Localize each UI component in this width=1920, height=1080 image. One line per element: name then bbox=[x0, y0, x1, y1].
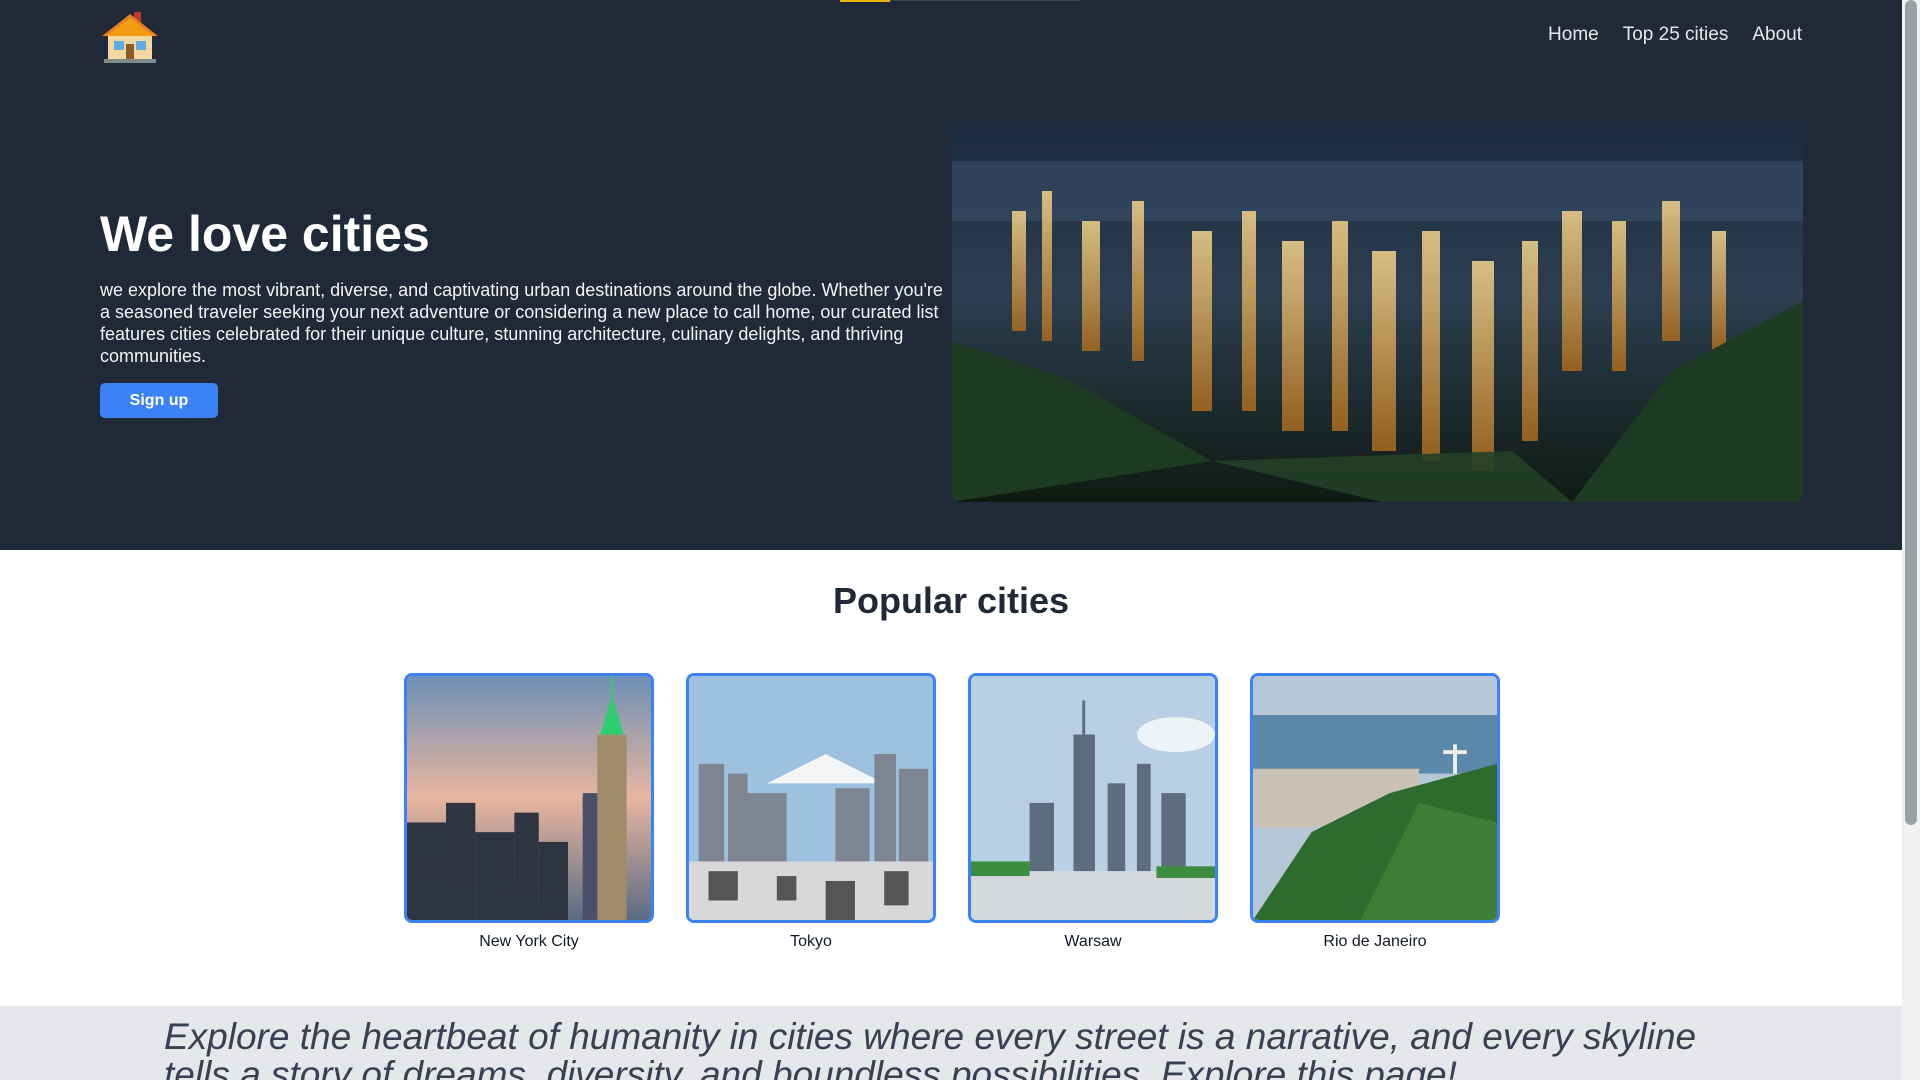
city-name-tokyo: Tokyo bbox=[790, 933, 832, 950]
city-name-rio-de-janeiro: Rio de Janeiro bbox=[1323, 933, 1427, 950]
popular-cities-list: New York City Tokyo Warsaw Rio de Janeir… bbox=[404, 673, 1500, 951]
house-logo-icon[interactable] bbox=[100, 10, 160, 64]
top-indicator bbox=[840, 0, 890, 2]
quote-band: Explore the heartbeat of humanity in cit… bbox=[0, 1006, 1902, 1080]
page-scrollbar[interactable] bbox=[1902, 0, 1920, 1080]
nav-home[interactable]: Home bbox=[1548, 24, 1599, 46]
scrollbar-thumb[interactable] bbox=[1905, 0, 1917, 825]
warsaw-image bbox=[968, 673, 1218, 923]
popular-cities-title: Popular cities bbox=[832, 580, 1070, 621]
city-card-warsaw[interactable]: Warsaw bbox=[968, 673, 1218, 951]
hero-city-night-image bbox=[952, 121, 1803, 502]
city-name-warsaw: Warsaw bbox=[1064, 933, 1122, 950]
city-card-new-york[interactable]: New York City bbox=[404, 673, 654, 951]
tokyo-image bbox=[686, 673, 936, 923]
hero-section: Home Top 25 cities About We love cities … bbox=[0, 0, 1902, 550]
nav-top-25-cities[interactable]: Top 25 cities bbox=[1623, 24, 1729, 46]
nav-about[interactable]: About bbox=[1752, 24, 1802, 46]
quote-text: Explore the heartbeat of humanity in cit… bbox=[164, 1016, 1697, 1080]
hero-description: we explore the most vibrant, diverse, an… bbox=[100, 280, 943, 366]
rio-de-janeiro-image bbox=[1250, 673, 1500, 923]
main-nav: Home Top 25 cities About bbox=[1548, 24, 1802, 46]
city-card-rio[interactable]: Rio de Janeiro bbox=[1250, 673, 1500, 951]
new-york-image bbox=[404, 673, 654, 923]
city-card-tokyo[interactable]: Tokyo bbox=[686, 673, 936, 951]
signup-button[interactable]: Sign up bbox=[100, 383, 218, 418]
top-indicator-line bbox=[890, 0, 1080, 1]
city-name-new-york: New York City bbox=[479, 933, 579, 950]
hero-title: We love cities bbox=[100, 206, 430, 262]
